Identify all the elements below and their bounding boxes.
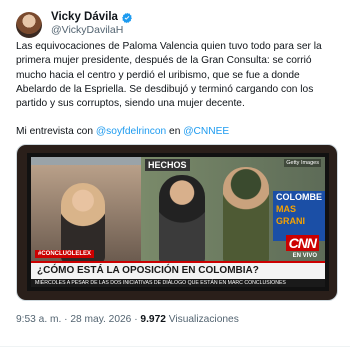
person-figure-2	[223, 167, 269, 263]
post-paragraph-1: Las equivocaciones de Paloma Valencia qu…	[16, 41, 322, 110]
author-handle[interactable]: @VickyDavilaH	[51, 24, 133, 37]
mention-soyfdelrincon[interactable]: @soyfdelrincon	[96, 126, 166, 137]
cnn-logo: CNN	[285, 235, 319, 251]
image-credit: Getty Images	[284, 159, 321, 167]
poster: COLOMBE MAS GRANI	[273, 191, 325, 241]
post-header: Vicky Dávila @VickyDavilaH	[16, 11, 133, 38]
tv-screen: HECHOS COLOMBE MAS GRANI Getty Images #C…	[31, 157, 325, 287]
post-time[interactable]: 9:53 a. m.	[16, 314, 61, 325]
views-label: Visualizaciones	[165, 314, 239, 325]
poster-line-1: COLOMBE	[276, 192, 322, 202]
ticker-text: MIÉRCOLES A PESAR DE LAS DOS INICIATIVAS…	[35, 280, 286, 286]
post-text: Las equivocaciones de Paloma Valencia qu…	[16, 40, 338, 140]
post-paragraph-2: Mi entrevista con @soyfdelrincon en @CNN…	[16, 125, 338, 139]
views-count[interactable]: 9.972	[140, 314, 166, 325]
poster-line-2: MAS	[276, 204, 296, 214]
live-label: EN VIVO	[292, 253, 317, 259]
verified-badge-icon	[122, 12, 132, 23]
author-block: Vicky Dávila @VickyDavilaH	[51, 11, 133, 37]
avatar[interactable]	[16, 12, 42, 38]
hashtag-bug: #CONCLUOLELEX	[35, 250, 95, 258]
ticker-bar: MIÉRCOLES A PESAR DE LAS DOS INICIATIVAS…	[31, 279, 325, 287]
headline-bar: ¿CÓMO ESTÁ LA OPOSICIÓN EN COLOMBIA?	[31, 261, 325, 279]
author-display-name[interactable]: Vicky Dávila	[51, 11, 118, 24]
interviewee-panel	[31, 165, 141, 263]
sign-text: HECHOS	[145, 159, 190, 171]
post-date[interactable]: 28 may. 2026	[70, 314, 131, 325]
mention-cnnee[interactable]: @CNNEE	[183, 126, 229, 137]
p2-middle: en	[166, 126, 184, 138]
tv-frame: HECHOS COLOMBE MAS GRANI Getty Images #C…	[27, 153, 329, 291]
headline-text: ¿CÓMO ESTÁ LA OPOSICIÓN EN COLOMBIA?	[37, 265, 259, 276]
post-media-image[interactable]: HECHOS COLOMBE MAS GRANI Getty Images #C…	[16, 144, 338, 301]
name-row: Vicky Dávila	[51, 11, 133, 24]
p2-prefix: Mi entrevista con	[16, 126, 96, 138]
post-meta: 9:53 a. m. · 28 may. 2026 · 9.972 Visual…	[16, 314, 239, 325]
poster-line-3: GRANI	[276, 216, 305, 226]
person-figure-1	[159, 175, 205, 263]
